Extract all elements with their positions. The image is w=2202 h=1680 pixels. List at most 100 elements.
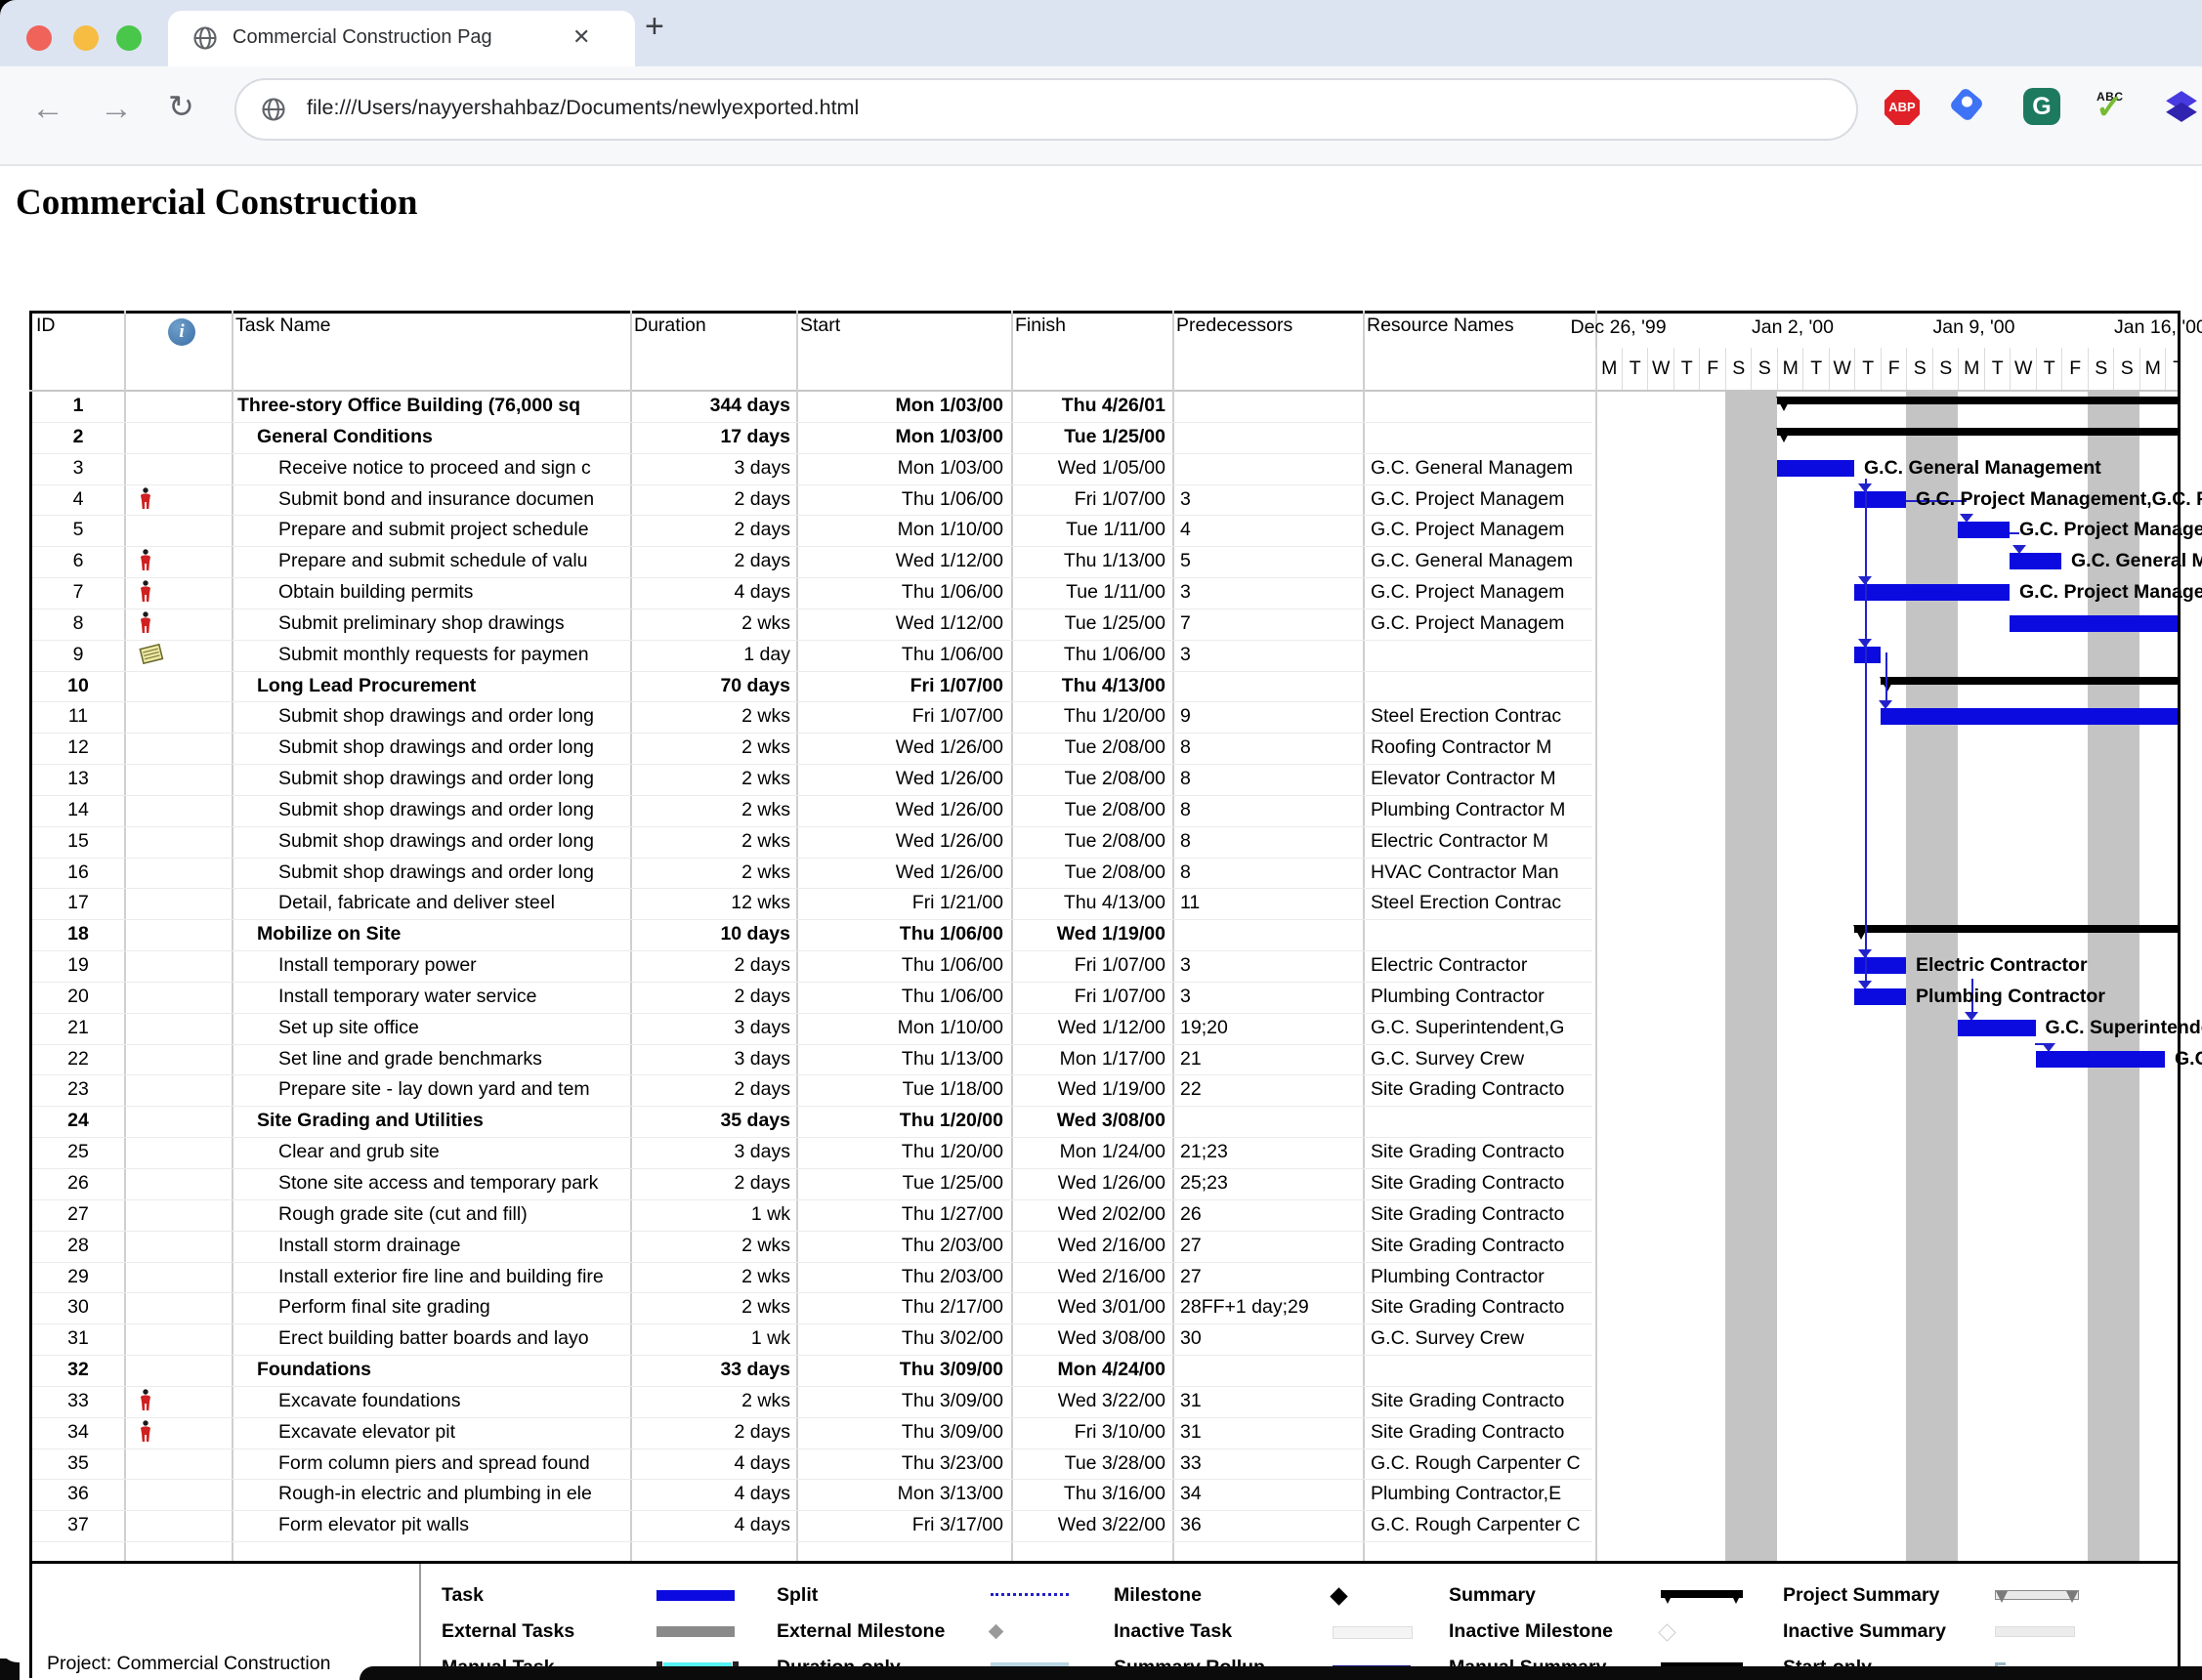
cell-finish: Tue 2/08/00 (1011, 764, 1165, 795)
cell-pred (1180, 1355, 1358, 1386)
cell-start: Mon 1/10/00 (796, 1013, 1003, 1044)
cell-pred (1180, 1106, 1358, 1137)
bar-resource-label: G.C. Project Management,G.C. Project Man… (1916, 484, 2202, 516)
cell-id: 24 (32, 1106, 124, 1137)
cell-resource: G.C. Survey Crew (1371, 1044, 1593, 1075)
cell-resource: G.C. Project Managem (1371, 609, 1593, 640)
traffic-light-close-button[interactable] (26, 25, 52, 51)
table-row: 1070 daysFri 1/07/00Thu 4/13/00Long Lead… (32, 671, 1595, 702)
link-arrow-icon (1879, 700, 1892, 709)
cell-start: Thu 3/09/00 (796, 1386, 1003, 1417)
forward-button[interactable]: → (100, 90, 133, 128)
task-bar (1854, 957, 1906, 974)
cell-id: 32 (32, 1355, 124, 1386)
day-letter: F (1699, 348, 1726, 390)
cell-finish: Wed 1/19/00 (1011, 919, 1165, 950)
cell-id: 8 (32, 609, 124, 640)
background-window-strip (360, 1666, 2202, 1680)
cell-task-name: Form elevator pit walls (232, 1510, 675, 1541)
cell-start: Thu 1/06/00 (796, 982, 1003, 1013)
day-letter: T (1984, 348, 2011, 390)
table-row: 213 daysMon 1/10/00Wed 1/12/0019;20G.C. … (32, 1013, 1595, 1044)
cell-task-name: Install temporary power (232, 950, 675, 982)
cell-id: 1 (32, 391, 124, 422)
cell-id: 4 (32, 484, 124, 516)
cell-resource: G.C. Project Managem (1371, 577, 1593, 609)
cell-start: Thu 1/06/00 (796, 640, 1003, 671)
table-row: 374 daysFri 3/17/00Wed 3/22/0036G.C. Rou… (32, 1510, 1595, 1541)
weekend-shading (1725, 391, 1777, 1561)
table-row: 52 daysMon 1/10/00Tue 1/11/004G.C. Proje… (32, 515, 1595, 546)
row-separator (32, 1541, 1592, 1542)
cell-pred: 34 (1180, 1479, 1358, 1510)
adblock-extension-icon[interactable]: ABP (1884, 90, 1920, 125)
tab-close-icon[interactable]: ✕ (572, 24, 590, 50)
cell-start: Thu 1/06/00 (796, 484, 1003, 516)
back-button[interactable]: ← (31, 90, 64, 128)
cell-finish: Wed 3/08/00 (1011, 1106, 1165, 1137)
cell-id: 37 (32, 1510, 124, 1541)
tab-strip: Commercial Construction Pag ✕ + (0, 0, 2202, 66)
summary-bar (1777, 428, 2179, 436)
cell-id: 15 (32, 826, 124, 858)
legend-label: Milestone (1114, 1584, 1202, 1607)
cell-finish: Wed 3/22/00 (1011, 1510, 1165, 1541)
cell-pred: 30 (1180, 1323, 1358, 1355)
chart-border-top (29, 311, 2181, 314)
address-bar[interactable]: file:///Users/nayyershahbaz/Documents/ne… (234, 78, 1858, 141)
cell-pred: 4 (1180, 515, 1358, 546)
legend-label: Split (777, 1584, 818, 1607)
traffic-light-minimize-button[interactable] (73, 25, 99, 51)
cell-finish: Wed 3/22/00 (1011, 1386, 1165, 1417)
browser-tab[interactable]: Commercial Construction Pag ✕ (168, 11, 635, 66)
cell-duration: 10 days (630, 919, 790, 950)
legend-label: External Tasks (442, 1620, 574, 1643)
traffic-light-zoom-button[interactable] (116, 25, 142, 51)
cell-task-name: Long Lead Procurement (232, 671, 654, 702)
task-bar (2036, 1051, 2166, 1068)
cell-id: 13 (32, 764, 124, 795)
cell-start: Thu 3/23/00 (796, 1449, 1003, 1480)
new-tab-button[interactable]: + (645, 8, 664, 46)
cell-pred: 31 (1180, 1417, 1358, 1449)
check-icon: ✓ (2096, 88, 2124, 127)
cell-finish: Thu 1/13/00 (1011, 546, 1165, 577)
cell-resource: G.C. Superintendent,G (1371, 1013, 1593, 1044)
day-letter: S (1751, 348, 1778, 390)
day-letter: T (2165, 348, 2178, 390)
legend-label: Project Summary (1783, 1584, 1939, 1607)
cell-start: Thu 3/09/00 (796, 1417, 1003, 1449)
day-letter: F (2061, 348, 2089, 390)
cell-start: Wed 1/12/00 (796, 609, 1003, 640)
cell-id: 17 (32, 888, 124, 919)
cell-id: 36 (32, 1479, 124, 1510)
day-letter: T (1622, 348, 1649, 390)
cell-task-name: Install exterior fire line and building … (232, 1262, 675, 1293)
cell-finish: Tue 1/11/00 (1011, 515, 1165, 546)
cell-id: 12 (32, 733, 124, 764)
table-row: 262 daysTue 1/25/00Wed 1/26/0025;23Site … (32, 1168, 1595, 1199)
spellcheck-extension-icon[interactable]: ABC ✓ (2094, 88, 2133, 127)
cell-resource: Elevator Contractor M (1371, 764, 1593, 795)
cell-resource: Roofing Contractor M (1371, 733, 1593, 764)
cell-finish: Wed 2/02/00 (1011, 1199, 1165, 1231)
cell-pred: 27 (1180, 1262, 1358, 1293)
table-row: 91 dayThu 1/06/00Thu 1/06/003Submit mont… (32, 640, 1595, 671)
cell-finish: Thu 4/13/00 (1011, 888, 1165, 919)
cell-task-name: Foundations (232, 1355, 654, 1386)
layers-extension-icon[interactable] (2163, 88, 2200, 125)
cell-finish: Tue 1/11/00 (1011, 577, 1165, 609)
day-letter: S (1932, 348, 1960, 390)
cell-resource: Site Grading Contracto (1371, 1137, 1593, 1168)
cell-id: 35 (32, 1449, 124, 1480)
cell-task-name: Submit shop drawings and order long (232, 764, 675, 795)
cell-pred: 8 (1180, 795, 1358, 826)
col-header-id: ID (36, 315, 56, 337)
grammarly-extension-icon[interactable]: G (2023, 88, 2060, 125)
price-tag-extension-icon[interactable] (1949, 87, 1985, 123)
reload-button[interactable]: ↻ (168, 88, 194, 125)
cell-task-name: Prepare and submit project schedule (232, 515, 675, 546)
cell-id: 23 (32, 1074, 124, 1106)
cell-start: Thu 2/03/00 (796, 1262, 1003, 1293)
task-bar (1777, 460, 1855, 477)
